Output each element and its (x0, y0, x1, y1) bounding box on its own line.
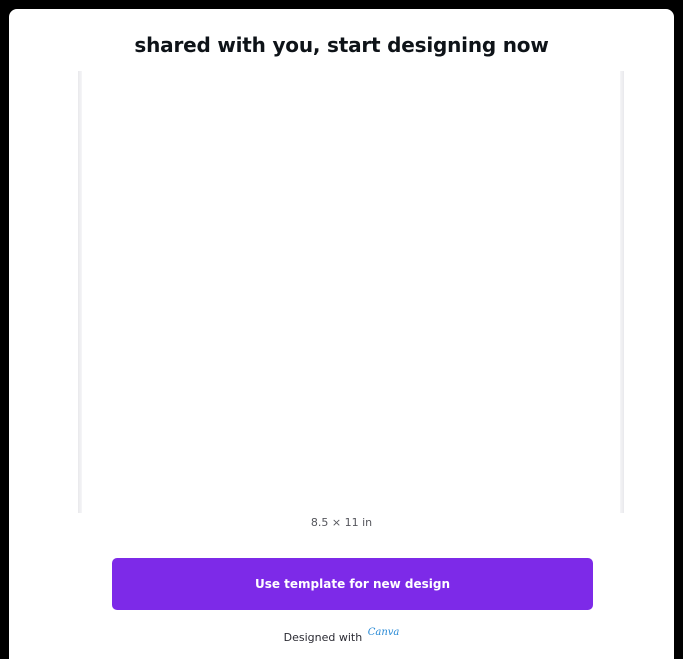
preview-right-edge (620, 71, 624, 513)
preview-left-edge (78, 71, 82, 513)
share-card: shared with you, start designing now 8.5… (9, 9, 674, 659)
use-template-button[interactable]: Use template for new design (112, 558, 593, 610)
design-size-label: 8.5 × 11 in (310, 516, 373, 529)
designed-with-text: Designed with (283, 631, 363, 644)
canva-logo[interactable]: Canva (368, 627, 400, 638)
designed-with-footer: Designed with Canva (9, 627, 674, 644)
design-preview[interactable] (78, 71, 624, 513)
page-title: shared with you, start designing now (134, 33, 549, 57)
